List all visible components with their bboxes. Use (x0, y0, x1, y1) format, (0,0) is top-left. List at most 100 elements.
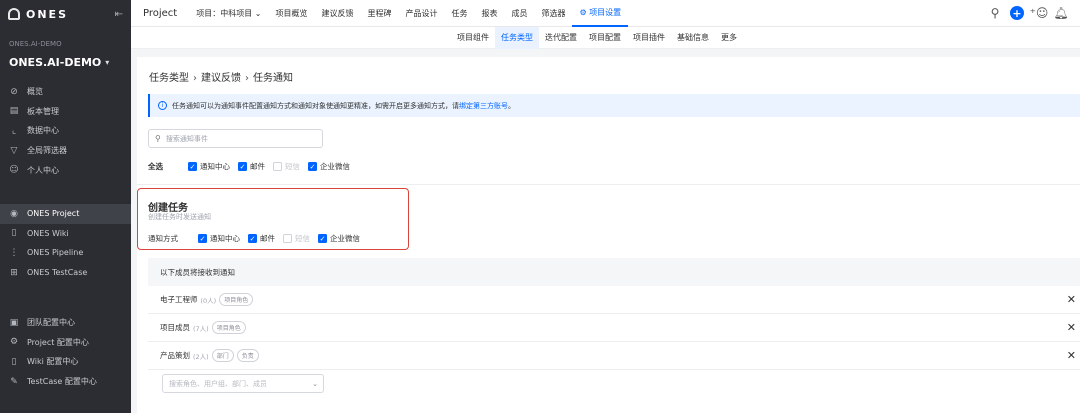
role-tag: 项目角色 (211, 321, 246, 334)
tab-feedback[interactable]: 建议反馈 (314, 0, 360, 27)
close-icon[interactable]: ✕ (1067, 321, 1076, 334)
tab-project-overview[interactable]: 项目概览 (268, 0, 314, 27)
org-name: ONES.AI-DEMO (9, 55, 102, 69)
sidebar-item-board[interactable]: ▤ 板本管理 (0, 102, 131, 122)
logo-text: ONES (26, 7, 68, 21)
method-sms: 短信 (283, 233, 310, 244)
product-title: Project (143, 7, 178, 19)
method-wecom[interactable]: ✓ 企业微信 (318, 233, 360, 244)
method-email[interactable]: ✓ 邮件 (248, 233, 275, 244)
tab-filters[interactable]: 筛选器 (534, 0, 572, 27)
bell-icon[interactable]: 🔔︎ (1050, 3, 1072, 23)
method-notify-center[interactable]: ✓ 通知中心 (198, 233, 240, 244)
sidebar-item-label: 板本管理 (27, 106, 59, 116)
sidebar-config: ▣ 团队配置中心 ⚙ Project 配置中心 ▯ Wiki 配置中心 ✎ TestCa… (0, 313, 131, 391)
project-selector[interactable]: 项目：中科项目 ⌄ (189, 0, 268, 27)
checkbox-checked-icon: ✓ (248, 234, 257, 243)
tab-milestone[interactable]: 里程碑 (360, 0, 398, 27)
select-placeholder: 搜索角色、用户组、部门、成员 (169, 379, 267, 388)
subtab-project-config[interactable]: 项目配置 (583, 27, 627, 49)
select-all-notify-center[interactable]: ✓ 通知中心 (188, 161, 230, 172)
event-subtitle: 创建任务时发送通知 (148, 213, 211, 221)
bind-account-link[interactable]: 绑定第三方账号 (459, 101, 508, 111)
close-icon[interactable]: ✕ (1067, 293, 1076, 306)
add-receiver-select[interactable]: 搜索角色、用户组、部门、成员 ⌄ (162, 374, 324, 393)
option-label: 短信 (285, 162, 300, 171)
sidebar-item-label: Wiki 配置中心 (27, 357, 79, 367)
sidebar-item-project-config[interactable]: ⚙ Project 配置中心 (0, 333, 131, 353)
select-all-email[interactable]: ✓ 邮件 (238, 161, 265, 172)
create-button[interactable]: + (1006, 3, 1028, 23)
breadcrumb-task-types[interactable]: 任务类型 (149, 73, 189, 84)
close-icon[interactable]: ✕ (1067, 349, 1076, 362)
member-count: (2人) (193, 352, 209, 361)
sidebar-item-wiki-config[interactable]: ▯ Wiki 配置中心 (0, 352, 131, 372)
sidebar-item-ones-testcase[interactable]: ⊞ ONES TestCase (0, 263, 131, 283)
select-all-wecom[interactable]: ✓ 企业微信 (308, 161, 350, 172)
wiki-config-icon: ▯ (11, 356, 17, 367)
sidebar: ONES ⇤ ONES.AI-DEMO ONES.AI-DEMO ▾ ⊘ 概览 ▤… (0, 0, 131, 413)
subtab-basic-info[interactable]: 基础信息 (671, 27, 715, 49)
pipeline-icon: ⋮ (9, 247, 19, 258)
subtab-more[interactable]: 更多 (715, 27, 743, 49)
sidebar-item-global-filter[interactable]: ▽ 全局筛选器 (0, 141, 131, 161)
compass-icon: ⊘ (10, 86, 18, 97)
search-icon[interactable]: ⚲ (984, 3, 1006, 23)
checkbox-unchecked-icon (283, 234, 292, 243)
tab-project-settings[interactable]: ⚙ 项目设置 (572, 0, 629, 27)
select-all-label: 全选 (148, 162, 163, 171)
sidebar-item-overview[interactable]: ⊘ 概览 (0, 82, 131, 102)
event-search-input[interactable]: ⚲ 搜索通知事件 (148, 129, 323, 148)
sidebar-item-label: 数据中心 (27, 126, 59, 136)
settings-subtabs: 项目组件 任务类型 迭代配置 项目配置 项目插件 基础信息 更多 (131, 26, 1080, 49)
tab-tasks[interactable]: 任务 (444, 0, 474, 27)
sidebar-item-label: TestCase 配置中心 (27, 377, 97, 387)
sidebar-item-ones-pipeline[interactable]: ⋮ ONES Pipeline (0, 243, 131, 263)
member-name: 产品策划 (160, 351, 190, 360)
member-name: 项目成员 (160, 323, 190, 332)
owner-tag: 负责 (236, 349, 259, 362)
tab-members[interactable]: 成员 (504, 0, 534, 27)
member-name: 电子工程师 (160, 295, 198, 304)
sidebar-item-team-config[interactable]: ▣ 团队配置中心 (0, 313, 131, 333)
project-icon: ◉ (10, 208, 18, 219)
sidebar-item-label: Project 配置中心 (27, 337, 89, 347)
plus-icon: + (1010, 6, 1024, 20)
team-config-icon: ▣ (9, 317, 19, 328)
tab-reports[interactable]: 报表 (474, 0, 504, 27)
checkbox-checked-icon: ✓ (238, 162, 247, 171)
sidebar-item-ones-wiki[interactable]: ▯ ONES Wiki (0, 224, 131, 244)
collapse-sidebar-icon[interactable]: ⇤ (115, 9, 123, 20)
subtab-components[interactable]: 项目组件 (451, 27, 495, 49)
role-tag: 项目角色 (219, 293, 254, 306)
chevron-right-icon: › (245, 73, 249, 84)
ones-logo-icon (8, 8, 20, 20)
subtab-plugins[interactable]: 项目插件 (627, 27, 671, 49)
member-count: (0人) (200, 296, 217, 305)
tab-product-design[interactable]: 产品设计 (398, 0, 444, 27)
tab-label: 项目设置 (589, 7, 622, 17)
sidebar-item-label: 个人中心 (27, 165, 59, 175)
checkbox-checked-icon: ✓ (188, 162, 197, 171)
option-label: 邮件 (250, 162, 265, 171)
sidebar-item-label: ONES Project (27, 209, 80, 219)
sidebar-item-ones-project[interactable]: ◉ ONES Project (0, 204, 131, 224)
checkbox-unchecked-icon (273, 162, 282, 171)
sidebar-item-personal[interactable]: ☺ 个人中心 (0, 160, 131, 180)
divider (137, 184, 1080, 185)
subtab-sprint-config[interactable]: 迭代配置 (539, 27, 583, 49)
subtab-task-types[interactable]: 任务类型 (495, 26, 539, 49)
org-switcher[interactable]: ONES.AI-DEMO ▾ (0, 54, 131, 70)
info-text: 任务通知可以为通知事件配置通知方式和通知对象使通知更精准，如需开启更多通知方式，… (172, 101, 459, 110)
notify-method-label: 通知方式 (148, 234, 178, 243)
sidebar-item-testcase-config[interactable]: ✎ TestCase 配置中心 (0, 372, 131, 392)
option-label: 短信 (295, 234, 310, 243)
sidebar-item-data-center[interactable]: ⌞ 数据中心 (0, 121, 131, 141)
info-icon: i (158, 101, 167, 110)
testcase-icon: ⊞ (10, 267, 18, 278)
breadcrumb-feedback[interactable]: 建议反馈 (201, 73, 241, 84)
board-icon: ▤ (9, 106, 19, 117)
chevron-down-icon: ⌄ (312, 379, 318, 388)
sidebar-item-label: ONES Pipeline (27, 248, 84, 258)
add-member-icon[interactable]: ⁺☺ (1028, 3, 1050, 23)
